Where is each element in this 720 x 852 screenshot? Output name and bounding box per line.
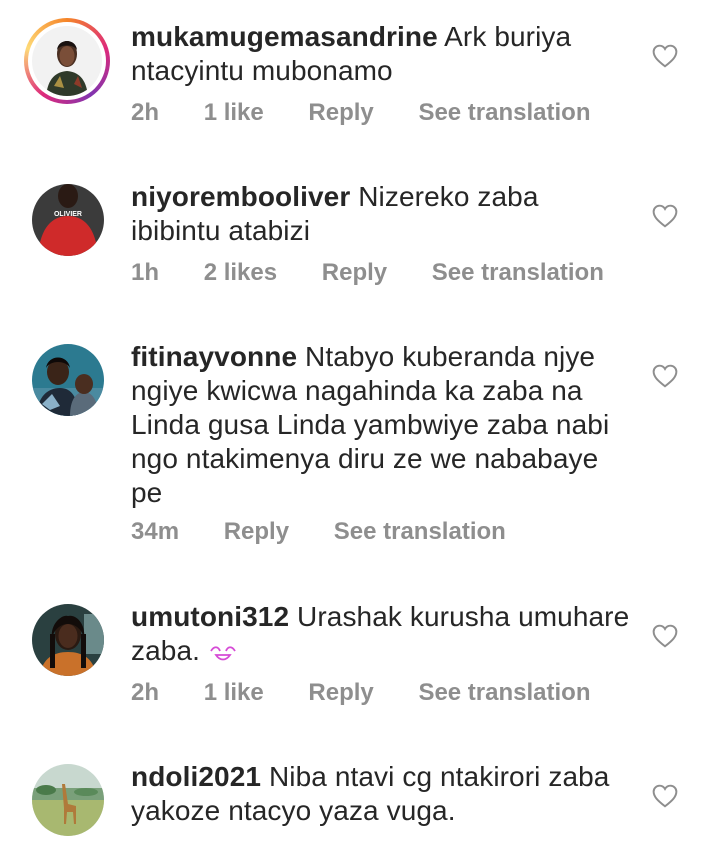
heart-icon[interactable]: [652, 624, 678, 648]
see-translation-button[interactable]: See translation: [418, 678, 590, 708]
comment-time: 2h: [131, 679, 160, 706]
story-ring[interactable]: [24, 18, 110, 104]
reply-button[interactable]: Reply: [322, 258, 387, 288]
giraffe-landscape-avatar-icon[interactable]: [32, 764, 104, 836]
comment-likes[interactable]: 2 likes: [204, 258, 277, 288]
heart-icon[interactable]: [652, 204, 678, 228]
comment-username[interactable]: fitinayvonne: [131, 341, 297, 372]
reply-button[interactable]: Reply: [308, 98, 373, 128]
heart-icon[interactable]: [652, 44, 678, 68]
red-shirt-avatar-icon[interactable]: OLIVIER: [32, 184, 104, 256]
comment-likes[interactable]: 1 like: [204, 98, 264, 128]
comment-item: mukamugemasandrine Ark buriya ntacyintu …: [0, 0, 720, 160]
see-translation-button[interactable]: See translation: [418, 98, 590, 128]
comment-username[interactable]: niyorembooliver: [131, 181, 350, 212]
woman-portrait-avatar-icon[interactable]: [32, 26, 102, 96]
comment-item: umutoni312 Urashak kurusha umuhare zaba.…: [0, 580, 720, 740]
comment-item: OLIVIER niyorembooliver Nizereko zaba ib…: [0, 160, 720, 320]
reply-button[interactable]: Reply: [224, 517, 289, 547]
comment-username[interactable]: mukamugemasandrine: [131, 21, 438, 52]
heart-icon[interactable]: [652, 364, 678, 388]
comment-username[interactable]: umutoni312: [131, 601, 289, 632]
reply-button[interactable]: Reply: [308, 678, 373, 708]
avatar-shirt-label: OLIVIER: [54, 211, 82, 218]
comment-time: 34m: [131, 518, 180, 545]
comment-username[interactable]: ndoli2021: [131, 761, 261, 792]
comment-time: 2h: [131, 99, 160, 126]
see-translation-button[interactable]: See translation: [334, 517, 506, 547]
comment-time: 1h: [131, 259, 160, 286]
comment-item: ndoli2021 Niba ntavi cg ntakirori zaba y…: [0, 740, 720, 852]
comment-likes[interactable]: 1 like: [204, 678, 264, 708]
woman-braids-avatar-icon[interactable]: [32, 604, 104, 676]
mother-child-avatar-icon[interactable]: [32, 344, 104, 416]
smiling-face-with-closed-eyes-emoji-icon: [210, 645, 236, 660]
see-translation-button[interactable]: See translation: [432, 258, 604, 288]
comment-item: fitinayvonne Ntabyo kuberanda njye ngiye…: [0, 320, 720, 580]
heart-icon[interactable]: [652, 784, 678, 808]
